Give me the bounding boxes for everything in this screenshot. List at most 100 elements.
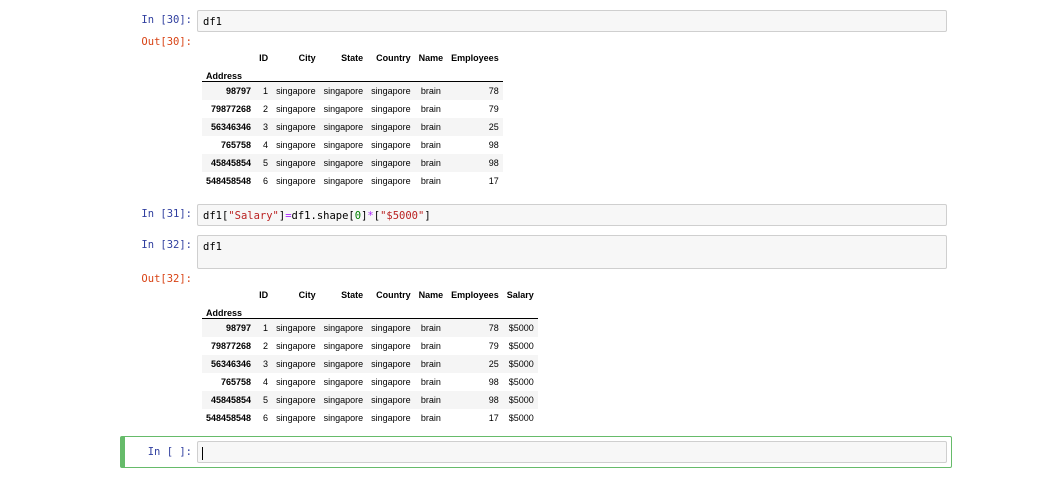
table-cell: brain <box>420 122 441 132</box>
row-index: 45845854 <box>211 158 252 168</box>
row-index: 765758 <box>221 377 252 387</box>
column-header: Country <box>376 53 411 63</box>
table-cell: singapore <box>276 158 316 168</box>
index-header-spacer <box>367 300 415 319</box>
table-cell: 25 <box>488 122 499 132</box>
in-prompt-31: In [31]: <box>141 208 192 220</box>
table-cell: singapore <box>371 341 411 351</box>
corner-cell <box>202 282 255 300</box>
in-prompt-empty: In [ ]: <box>147 446 192 458</box>
table-cell: singapore <box>323 413 364 423</box>
code-token: "Salary" <box>228 210 279 222</box>
table-cell: singapore <box>371 140 411 150</box>
index-header-spacer <box>447 300 503 319</box>
table-cell: brain <box>420 413 441 423</box>
index-header-spacer <box>272 63 320 82</box>
table-cell: singapore <box>371 377 411 387</box>
table-cell: singapore <box>276 104 316 114</box>
table-cell: singapore <box>371 86 411 96</box>
table-cell: singapore <box>323 158 364 168</box>
column-header: Employees <box>451 290 499 300</box>
table-row: 548458548 6 singapore singapore singapore bra… <box>202 172 503 190</box>
table-cell: singapore <box>276 176 316 186</box>
table-cell: singapore <box>276 341 316 351</box>
column-header: ID <box>259 290 269 300</box>
code-input-31[interactable]: df1["Salary"]=df1.shape[0]*["$5000"] <box>197 204 947 226</box>
table-row: 765758 4 singapore singapore singapore brain 9… <box>202 136 503 154</box>
table-cell: 2 <box>263 341 269 351</box>
table-cell: brain <box>420 395 441 405</box>
index-header-spacer <box>502 300 538 319</box>
table-cell: singapore <box>371 395 411 405</box>
table-cell: singapore <box>276 359 316 369</box>
table-cell: singapore <box>276 86 316 96</box>
table-cell: $5000 <box>508 323 534 333</box>
table-cell: brain <box>420 104 441 114</box>
table-cell: 4 <box>263 140 269 150</box>
column-header: Country <box>376 290 411 300</box>
table-cell: singapore <box>371 122 411 132</box>
table-cell: brain <box>420 341 441 351</box>
column-header-row: ID City State Country Name Employees Salary <box>202 282 538 300</box>
index-header-spacer <box>319 63 368 82</box>
table-cell: $5000 <box>508 395 534 405</box>
index-header-spacer <box>414 300 448 319</box>
column-header: ID <box>259 53 269 63</box>
table-cell: singapore <box>276 413 316 423</box>
table-cell: 98 <box>488 395 499 405</box>
table-row: 765758 4 singapore singapore singapore brain 9… <box>202 373 538 391</box>
table-cell: 17 <box>488 176 499 186</box>
table-cell: 3 <box>263 359 269 369</box>
code-token: "$5000" <box>380 210 425 222</box>
table-cell: 2 <box>263 104 269 114</box>
code-input-30[interactable]: df1 <box>197 10 947 32</box>
code-text-30: df1 <box>203 16 222 28</box>
row-index: 765758 <box>221 140 252 150</box>
table-cell: singapore <box>323 86 364 96</box>
row-index: 56346346 <box>211 359 252 369</box>
index-header-spacer <box>319 300 368 319</box>
table-cell: 4 <box>263 377 269 387</box>
table-row: 45845854 5 singapore singapore singapore brai… <box>202 391 538 409</box>
table-cell: 3 <box>263 122 269 132</box>
row-index: 45845854 <box>211 395 252 405</box>
column-header: State <box>341 53 364 63</box>
table-cell: brain <box>420 323 441 333</box>
column-header-row: ID City State Country Name Employees <box>202 45 503 63</box>
code-token: ] <box>424 210 431 222</box>
code-token: df1[ <box>203 210 229 222</box>
table-cell: 79 <box>488 104 499 114</box>
table-cell: singapore <box>323 377 364 387</box>
table-cell: singapore <box>276 395 316 405</box>
table-cell: singapore <box>323 395 364 405</box>
table-cell: 78 <box>488 86 499 96</box>
index-header-spacer <box>414 63 448 82</box>
index-header-row: Address <box>202 63 503 82</box>
table-cell: $5000 <box>508 377 534 387</box>
table-cell: 6 <box>263 413 269 423</box>
table-cell: singapore <box>323 323 364 333</box>
row-index: 98797 <box>226 323 252 333</box>
table-cell: 17 <box>488 413 499 423</box>
code-input-32[interactable]: df1 <box>197 235 947 269</box>
row-index: 548458548 <box>206 413 252 423</box>
row-index: 98797 <box>226 86 252 96</box>
table-row: 56346346 3 singapore singapore singapore brai… <box>202 355 538 373</box>
table-cell: $5000 <box>508 359 534 369</box>
out-prompt-30: Out[30]: <box>141 36 192 48</box>
table-row: 79877268 2 singapore singapore singapore brai… <box>202 337 538 355</box>
table-cell: 6 <box>263 176 269 186</box>
table-cell: singapore <box>371 323 411 333</box>
column-header: City <box>298 290 316 300</box>
code-token: df1.shape[ <box>291 210 355 222</box>
index-header-spacer <box>255 300 273 319</box>
table-cell: brain <box>420 377 441 387</box>
table-cell: singapore <box>371 104 411 114</box>
table-cell: 78 <box>488 323 499 333</box>
table-cell: brain <box>420 140 441 150</box>
index-name: Address <box>202 63 256 82</box>
index-header-spacer <box>447 63 503 82</box>
code-input-empty[interactable] <box>197 441 947 463</box>
table-cell: $5000 <box>508 413 534 423</box>
column-header: Salary <box>506 290 534 300</box>
